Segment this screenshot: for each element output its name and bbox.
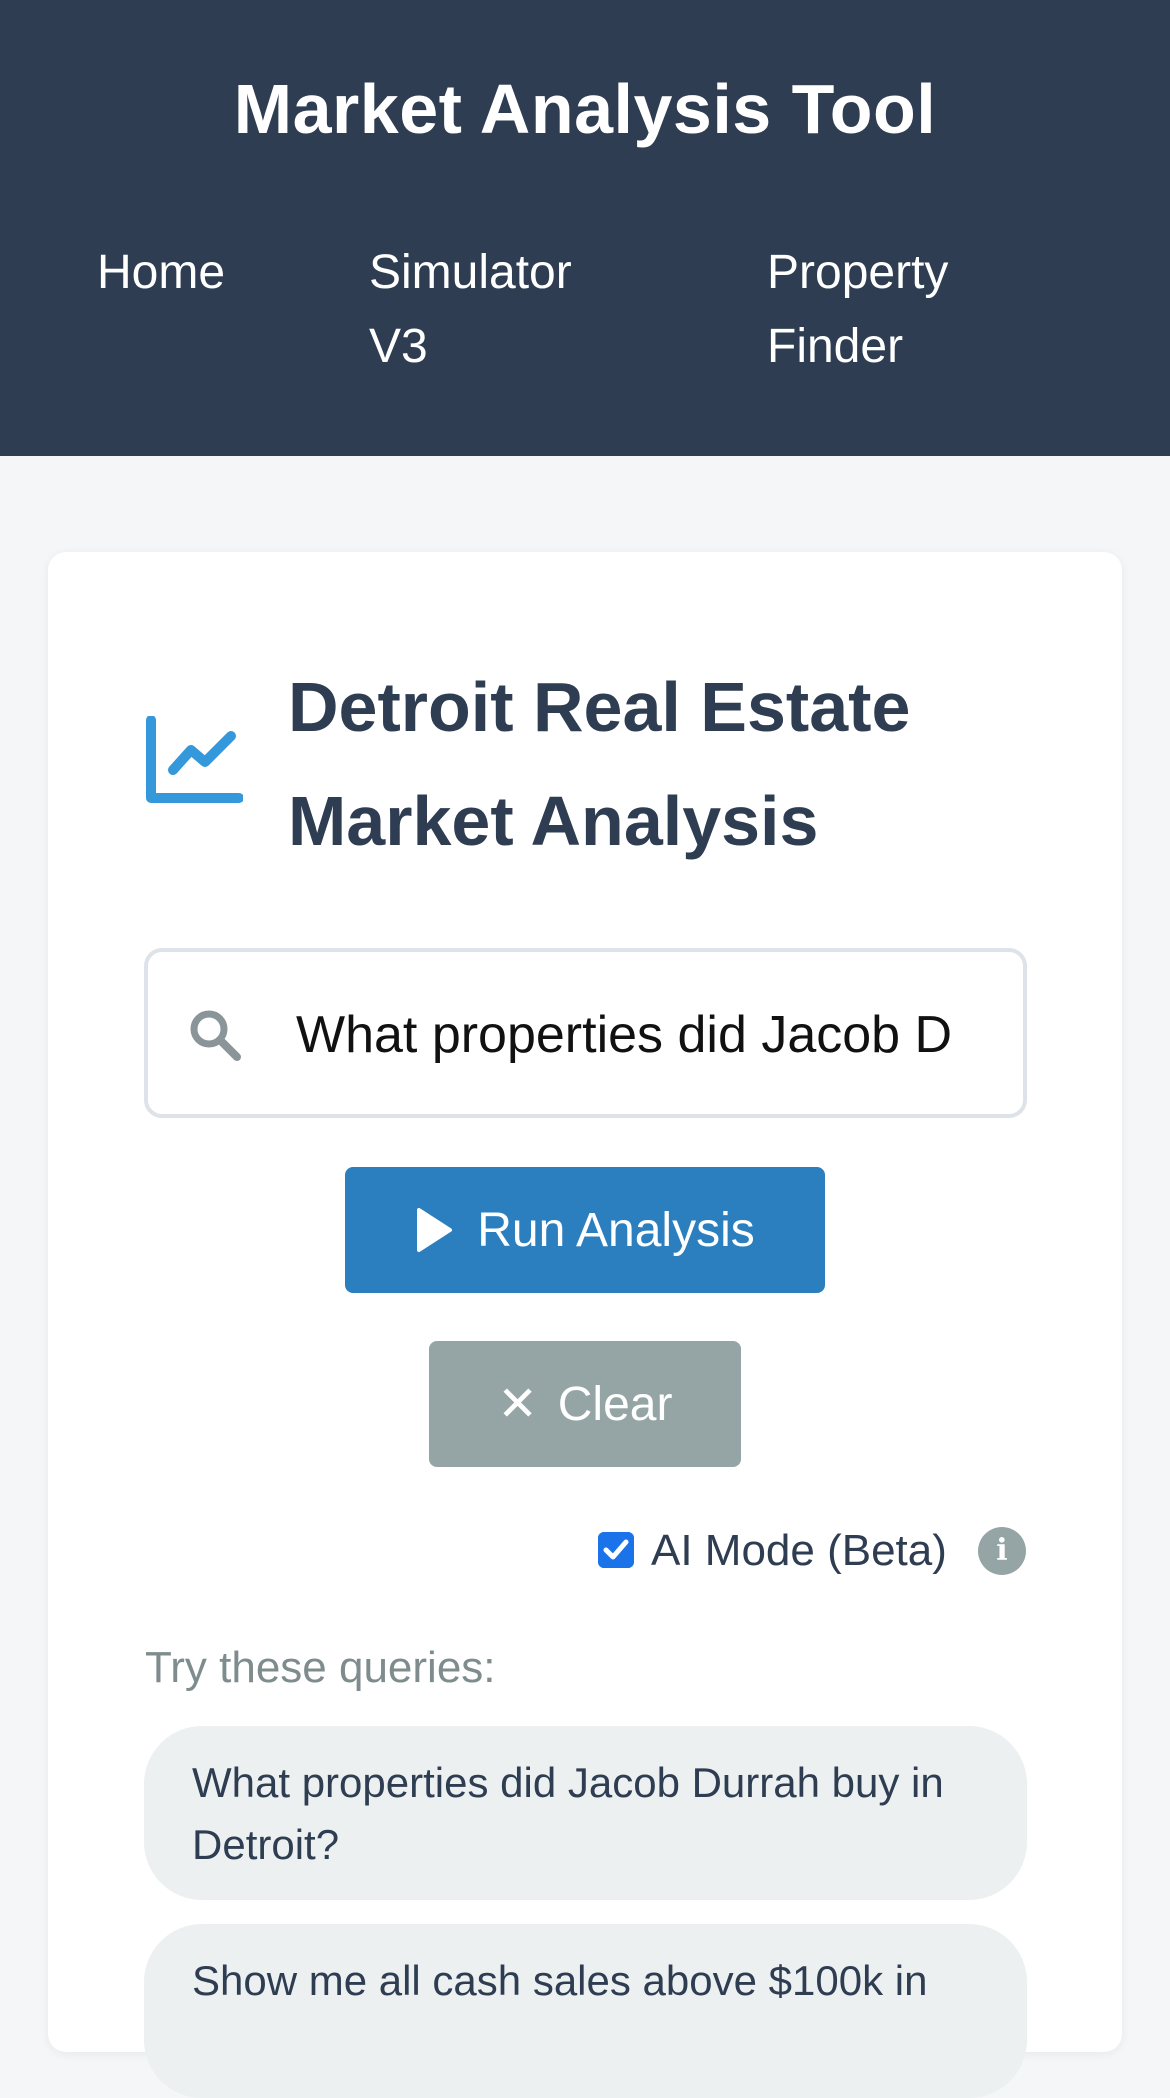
suggestions-label: Try these queries: (145, 1643, 496, 1692)
page-heading: Detroit Real Estate Market Analysis (288, 668, 911, 860)
play-icon (417, 1208, 453, 1252)
close-icon: ✕ (497, 1378, 538, 1431)
run-analysis-label: Run Analysis (477, 1203, 755, 1257)
search-input[interactable] (296, 990, 986, 1080)
app-title: Market Analysis Tool (233, 70, 937, 148)
suggested-query[interactable]: What properties did Jacob Durrah buy in … (144, 1726, 1027, 1900)
nav-link-simulator-v3[interactable]: Simulator V3 (369, 236, 609, 384)
suggested-query[interactable]: Show me all cash sales above $100k in (144, 1924, 1027, 2098)
run-analysis-button[interactable]: Run Analysis (345, 1167, 825, 1293)
top-navbar: Market Analysis Tool Home Simulator V3 P… (0, 0, 1170, 456)
clear-label: Clear (557, 1377, 673, 1431)
ai-mode-label[interactable]: AI Mode (Beta) (651, 1521, 947, 1581)
search-icon (190, 1010, 241, 1061)
nav-link-home[interactable]: Home (97, 236, 297, 310)
nav-link-property-finder[interactable]: Property Finder (767, 236, 1007, 384)
info-icon[interactable]: i (978, 1527, 1026, 1575)
chart-line-icon (146, 716, 243, 803)
clear-button[interactable]: ✕ Clear (429, 1341, 741, 1467)
ai-mode-checkbox[interactable] (598, 1532, 634, 1568)
